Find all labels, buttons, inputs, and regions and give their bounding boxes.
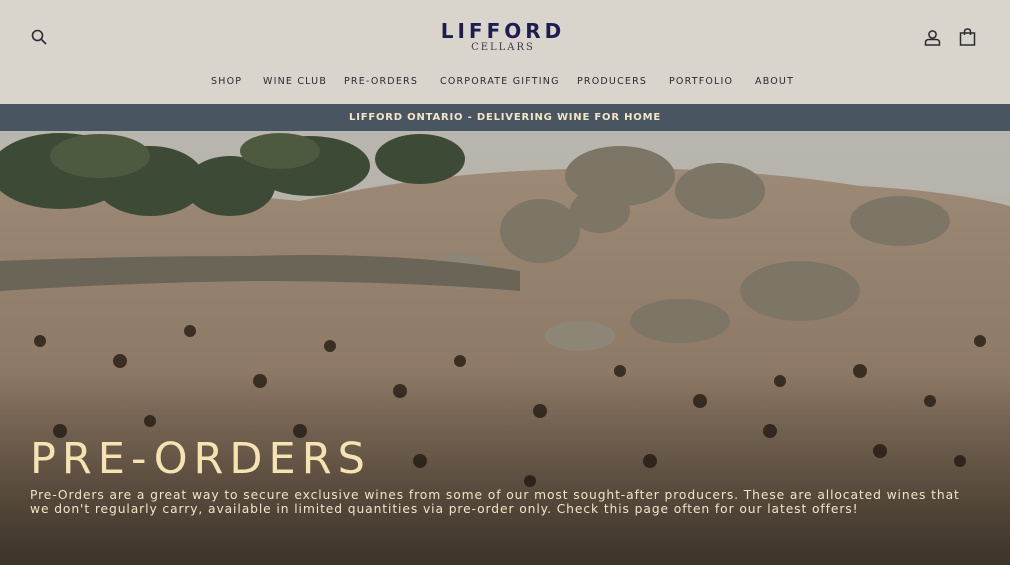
announcement-bar: LIFFORD ONTARIO - DELIVERING WINE FOR HO… bbox=[0, 104, 1010, 131]
logo-name: LIFFORD bbox=[440, 19, 566, 43]
nav-about[interactable]: ABOUT bbox=[755, 75, 794, 89]
nav-portfolio[interactable]: PORTFOLIO bbox=[669, 75, 733, 89]
logo-subtitle: CELLARS bbox=[471, 42, 535, 53]
hero-title: PRE-ORDERS bbox=[30, 434, 371, 484]
nav-wine-club[interactable]: WINE CLUB bbox=[263, 75, 327, 89]
nav-corporate-gifting[interactable]: CORPORATE GIFTING bbox=[440, 75, 560, 89]
account-icon[interactable] bbox=[924, 29, 941, 46]
search-icon[interactable] bbox=[31, 29, 47, 45]
main-nav: SHOP WINE CLUB PRE-ORDERS CORPORATE GIFT… bbox=[0, 75, 1010, 89]
nav-pre-orders[interactable]: PRE-ORDERS bbox=[344, 75, 418, 89]
hero-description: Pre-Orders are a great way to secure exc… bbox=[30, 488, 960, 516]
logo[interactable]: LIFFORD CELLARS bbox=[436, 21, 570, 55]
cart-icon[interactable] bbox=[959, 28, 976, 46]
nav-producers[interactable]: PRODUCERS bbox=[577, 75, 647, 89]
nav-shop[interactable]: SHOP bbox=[211, 75, 242, 89]
site-header: LIFFORD CELLARS SHOP WINE CLUB PRE-ORDER… bbox=[0, 0, 1010, 104]
announcement-text[interactable]: LIFFORD ONTARIO - DELIVERING WINE FOR HO… bbox=[0, 104, 1010, 131]
